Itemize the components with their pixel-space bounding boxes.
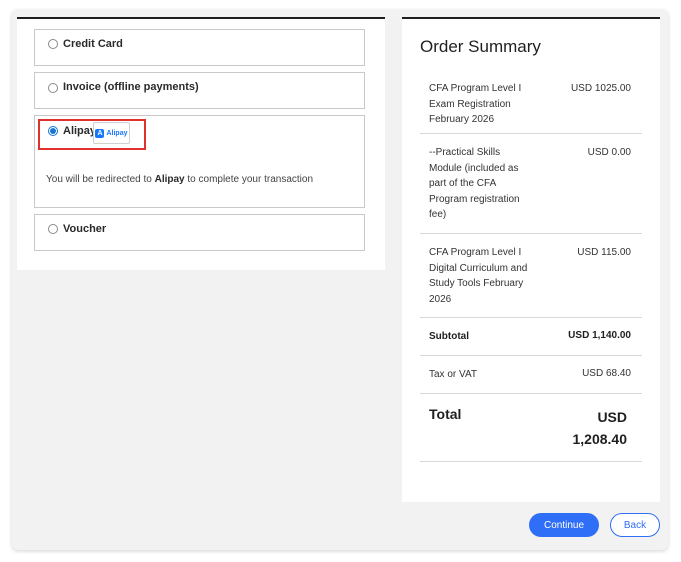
- credit-card-radio[interactable]: [48, 39, 58, 49]
- desc-line: Exam Registration: [429, 98, 511, 110]
- tax-label: Tax or VAT: [429, 369, 477, 380]
- tax-row: Tax or VAT USD 68.40: [420, 355, 642, 394]
- desc-line: --Practical Skills: [429, 147, 501, 158]
- total-amount: USD 1,208.40: [573, 406, 628, 450]
- total-currency: USD: [597, 409, 627, 425]
- desc-line: CFA Program Level I: [429, 247, 522, 258]
- desc-line: February 2026: [429, 114, 495, 125]
- line-item-amount: USD 115.00: [577, 247, 631, 258]
- subtotal-amount: USD 1,140.00: [568, 330, 631, 341]
- tax-amount: USD 68.40: [582, 368, 631, 379]
- credit-card-label: Credit Card: [63, 38, 123, 50]
- payment-method-panel: Credit Card Invoice (offline payments) A…: [17, 17, 385, 270]
- summary-line-item: CFA Program Level I Exam Registration Fe…: [420, 75, 642, 134]
- invoice-label: Invoice (offline payments): [63, 81, 199, 93]
- desc-line: Study Tools February: [429, 278, 524, 289]
- line-item-amount: USD 0.00: [587, 147, 631, 158]
- alipay-label: Alipay: [63, 125, 97, 137]
- redirect-text-bold: Alipay: [154, 174, 185, 185]
- payment-option-alipay[interactable]: Alipay A Alipay You will be redirected t…: [34, 115, 365, 208]
- summary-line-item: CFA Program Level I Digital Curriculum a…: [420, 233, 642, 318]
- redirect-text-prefix: You will be redirected to: [46, 174, 155, 185]
- line-item-description: --Practical Skills Module (included as p…: [429, 145, 520, 223]
- continue-button[interactable]: Continue: [529, 513, 599, 537]
- back-button[interactable]: Back: [610, 513, 660, 537]
- invoice-radio[interactable]: [48, 83, 58, 93]
- desc-line: Module (included as: [429, 162, 519, 174]
- payment-option-voucher[interactable]: Voucher: [34, 214, 365, 251]
- alipay-logo-icon: A: [95, 128, 105, 138]
- order-summary-panel: Order Summary CFA Program Level I Exam R…: [402, 17, 660, 502]
- line-item-description: CFA Program Level I Digital Curriculum a…: [429, 245, 527, 307]
- total-row: Total USD 1,208.40: [420, 393, 642, 462]
- alipay-logo-text: Alipay: [106, 129, 128, 137]
- summary-line-item: --Practical Skills Module (included as p…: [420, 133, 642, 234]
- desc-line: CFA Program Level I: [429, 83, 522, 94]
- desc-line: fee): [429, 209, 447, 220]
- desc-line: Digital Curriculum and: [429, 262, 528, 274]
- line-item-amount: USD 1025.00: [570, 83, 631, 94]
- voucher-label: Voucher: [63, 223, 107, 235]
- subtotal-row: Subtotal USD 1,140.00: [420, 317, 642, 356]
- desc-line: 2026: [429, 293, 452, 305]
- order-summary-title: Order Summary: [420, 37, 541, 56]
- subtotal-label: Subtotal: [429, 331, 469, 342]
- alipay-logo: A Alipay: [93, 122, 130, 144]
- desc-line: Program registration: [429, 193, 520, 205]
- payment-option-credit-card[interactable]: Credit Card: [34, 29, 365, 66]
- desc-line: part of the CFA: [429, 178, 497, 189]
- alipay-radio[interactable]: [48, 126, 58, 136]
- payment-option-invoice[interactable]: Invoice (offline payments): [34, 72, 365, 109]
- total-value: 1,208.40: [572, 431, 628, 447]
- alipay-redirect-message: You will be redirected to Alipay to comp…: [46, 174, 313, 185]
- total-label: Total: [429, 406, 462, 422]
- voucher-radio[interactable]: [48, 224, 58, 234]
- line-item-description: CFA Program Level I Exam Registration Fe…: [429, 81, 521, 128]
- redirect-text-suffix: to complete your transaction: [184, 174, 314, 185]
- checkout-window: Credit Card Invoice (offline payments) A…: [12, 10, 668, 550]
